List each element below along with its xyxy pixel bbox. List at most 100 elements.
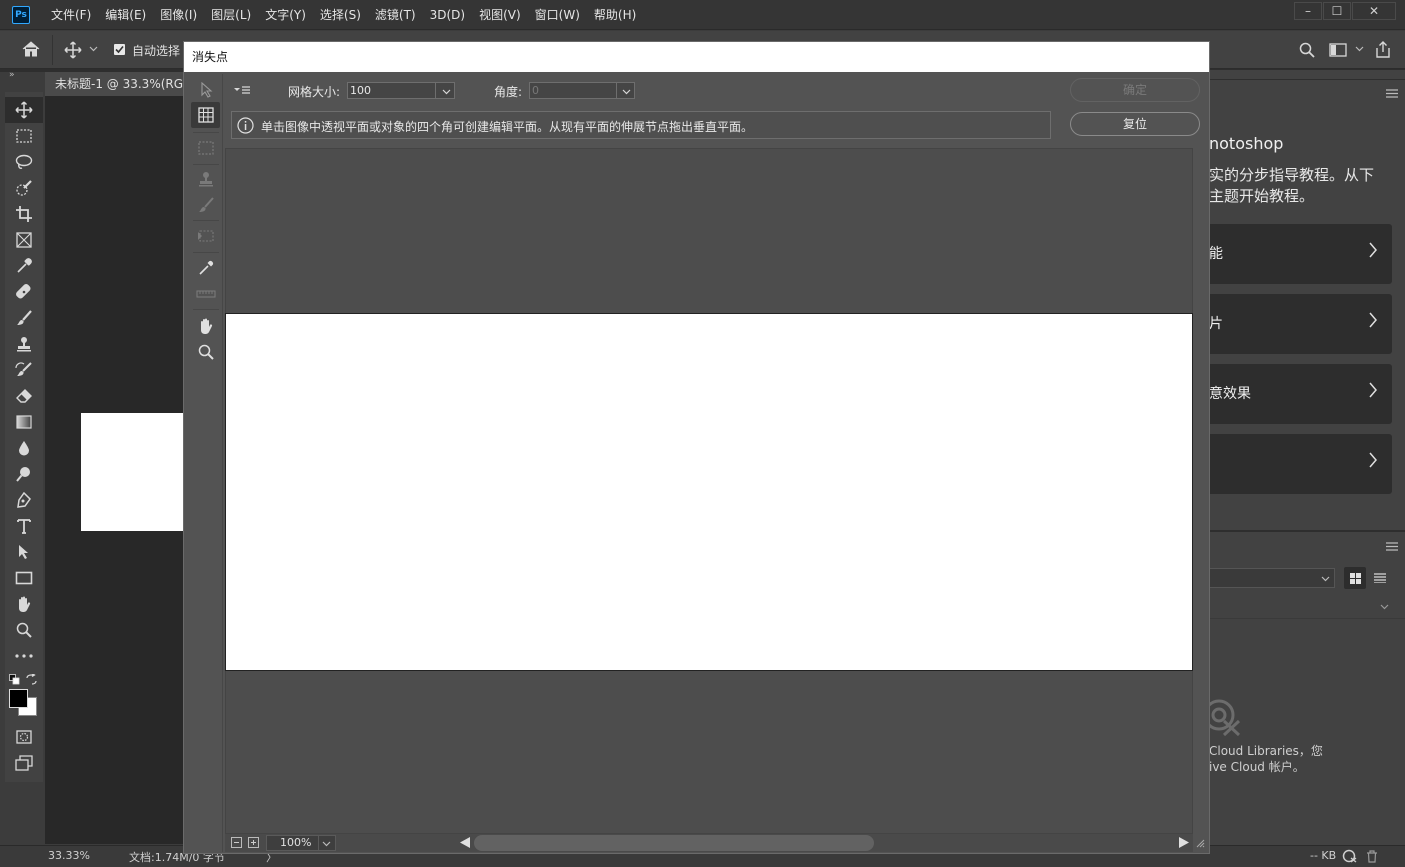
learn-card-2[interactable]: 片: [1209, 294, 1392, 354]
default-colors-icon[interactable]: [9, 674, 20, 685]
eraser-tool[interactable]: [5, 383, 43, 409]
zoom-tool[interactable]: [5, 617, 43, 643]
scroll-left-icon[interactable]: [459, 836, 471, 849]
type-tool[interactable]: [5, 513, 43, 539]
cloud-sync-icon[interactable]: [1341, 849, 1357, 863]
learn-card-3[interactable]: 意效果: [1209, 364, 1392, 424]
zoom-tool[interactable]: [191, 339, 220, 365]
grid-size-input[interactable]: 100: [347, 82, 455, 99]
brush-tool[interactable]: [191, 192, 220, 218]
menu-file[interactable]: 文件(F): [44, 0, 98, 30]
reset-button[interactable]: 复位: [1070, 112, 1200, 136]
zoom-select[interactable]: 100%: [266, 835, 336, 851]
brush-tool[interactable]: [5, 305, 43, 331]
grid-view-icon[interactable]: [1344, 567, 1366, 589]
menu-window[interactable]: 窗口(W): [528, 0, 587, 30]
search-icon[interactable]: [1299, 42, 1315, 58]
close-window-button[interactable]: ✕: [1352, 2, 1396, 20]
move-tool[interactable]: [5, 97, 43, 123]
list-view-icon[interactable]: [1374, 573, 1386, 583]
move-tool-icon[interactable]: [64, 41, 82, 59]
lasso-tool[interactable]: [5, 149, 43, 175]
menu-filter[interactable]: 滤镜(T): [368, 0, 423, 30]
libraries-message-line2: ive Cloud 帐户。: [1209, 760, 1305, 774]
menu-image[interactable]: 图像(I): [153, 0, 204, 30]
screen-mode-icon: [15, 755, 33, 771]
resize-grip-icon[interactable]: [1196, 839, 1205, 848]
zoom-level[interactable]: 33.33%: [48, 849, 90, 862]
hand-tool[interactable]: [191, 313, 220, 339]
chevron-down-icon[interactable]: [89, 44, 98, 53]
trash-icon[interactable]: [1366, 850, 1378, 863]
auto-select-checkbox[interactable]: [114, 44, 125, 55]
learn-card-1[interactable]: 能: [1209, 224, 1392, 284]
angle-input[interactable]: 0: [529, 82, 635, 99]
eyedropper-tool[interactable]: [5, 253, 43, 279]
hand-tool[interactable]: [5, 591, 43, 617]
panel-menu-icon[interactable]: [1386, 89, 1398, 98]
marquee-tool[interactable]: [5, 123, 43, 149]
stamp-tool[interactable]: [191, 166, 220, 192]
menu-select[interactable]: 选择(S): [313, 0, 368, 30]
screen-mode-button[interactable]: [5, 750, 43, 776]
ok-button[interactable]: 确定: [1070, 78, 1200, 102]
library-select[interactable]: [1209, 568, 1335, 588]
create-plane-tool[interactable]: [191, 102, 220, 128]
rectangle-marquee-icon: [16, 129, 32, 143]
restore-button[interactable]: ☐: [1323, 2, 1351, 20]
preview-image[interactable]: [225, 313, 1193, 671]
horizontal-scrollbar-thumb[interactable]: [474, 835, 874, 851]
menu-edit[interactable]: 编辑(E): [98, 0, 153, 30]
clone-stamp-tool[interactable]: [5, 331, 43, 357]
panel-tab-bar: [1209, 79, 1405, 80]
path-selection-tool[interactable]: [5, 539, 43, 565]
vanishing-point-tools: [187, 74, 223, 852]
rectangle-tool[interactable]: [5, 565, 43, 591]
main-menu: 文件(F) 编辑(E) 图像(I) 图层(L) 文字(Y) 选择(S) 滤镜(T…: [44, 0, 643, 30]
dialog-title[interactable]: 消失点: [184, 42, 1209, 72]
edit-plane-tool[interactable]: [191, 77, 220, 103]
menu-view[interactable]: 视图(V): [472, 0, 528, 30]
share-icon[interactable]: [1375, 41, 1391, 58]
menu-3d[interactable]: 3D(D): [423, 0, 472, 30]
history-brush-tool[interactable]: [5, 357, 43, 383]
expand-toolbar-icon[interactable]: »: [9, 70, 15, 80]
grid-plane-icon: [197, 107, 214, 123]
frame-tool[interactable]: [5, 227, 43, 253]
scroll-right-icon[interactable]: [1178, 836, 1190, 849]
settings-menu-icon[interactable]: [234, 85, 250, 95]
blur-tool[interactable]: [5, 435, 43, 461]
minimize-button[interactable]: –: [1294, 2, 1322, 20]
type-icon: [17, 518, 31, 534]
quick-mask-button[interactable]: [5, 724, 43, 750]
chevron-right-icon: [1368, 311, 1378, 329]
workspace-chevron-down-icon[interactable]: [1355, 44, 1364, 53]
zoom-in-icon[interactable]: [248, 837, 259, 848]
eyedropper-tool[interactable]: [191, 255, 220, 281]
healing-brush-tool[interactable]: [5, 279, 43, 305]
more-tools[interactable]: [5, 643, 43, 669]
home-icon[interactable]: [22, 41, 40, 57]
quick-select-tool[interactable]: [5, 175, 43, 201]
learn-card-4[interactable]: [1209, 434, 1392, 494]
document-canvas[interactable]: [81, 413, 185, 531]
libraries-panel-menu-icon[interactable]: [1386, 542, 1398, 551]
photoshop-logo-icon: Ps: [12, 6, 30, 24]
swap-colors-icon[interactable]: [26, 674, 37, 685]
measure-tool[interactable]: [191, 281, 220, 307]
workspace-icon[interactable]: [1329, 43, 1347, 57]
foreground-color-swatch[interactable]: [9, 689, 28, 708]
dodge-tool[interactable]: [5, 461, 43, 487]
zoom-out-icon[interactable]: [231, 837, 242, 848]
lasso-icon: [15, 154, 33, 170]
transform-tool[interactable]: [191, 223, 220, 249]
pen-tool[interactable]: [5, 487, 43, 513]
crop-tool[interactable]: [5, 201, 43, 227]
menu-help[interactable]: 帮助(H): [587, 0, 643, 30]
menu-type[interactable]: 文字(Y): [258, 0, 313, 30]
marquee-tool[interactable]: [191, 135, 220, 161]
gradient-tool[interactable]: [5, 409, 43, 435]
document-tab[interactable]: 未标题-1 @ 33.3%(RGB: [45, 72, 185, 96]
library-search-row[interactable]: [1209, 595, 1405, 619]
menu-layer[interactable]: 图层(L): [204, 0, 258, 30]
